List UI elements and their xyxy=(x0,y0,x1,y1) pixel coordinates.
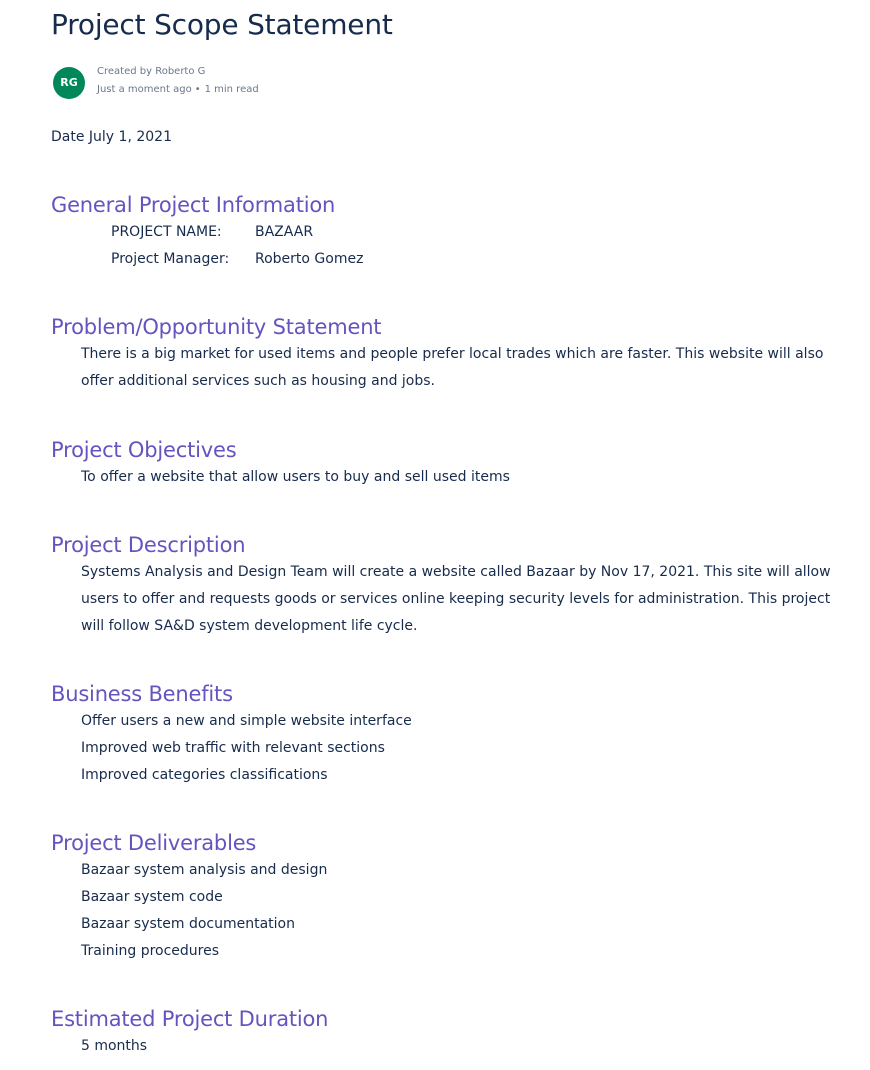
section-heading-problem: Problem/Opportunity Statement xyxy=(51,315,382,339)
info-key: PROJECT NAME: xyxy=(111,224,222,240)
section-heading-duration: Estimated Project Duration xyxy=(51,1007,329,1031)
info-row-project-manager: Project Manager: Roberto Gomez xyxy=(111,246,831,273)
section-heading-description: Project Description xyxy=(51,533,246,557)
section-heading-objectives: Project Objectives xyxy=(51,438,237,462)
section-heading-general-info: General Project Information xyxy=(51,193,336,217)
duration-text: 5 months xyxy=(81,1038,148,1054)
info-key: Project Manager: xyxy=(111,251,230,267)
byline-meta: Created by Roberto G Just a moment ago • 1… xyxy=(97,65,259,97)
section-duration: Estimated Project Duration 5 months xyxy=(51,1005,831,1060)
list-item: Improved categories classifications xyxy=(81,767,328,783)
section-heading-deliverables: Project Deliverables xyxy=(51,831,257,855)
section-body: Offer users a new and simple website int… xyxy=(81,708,831,789)
section-heading-benefits: Business Benefits xyxy=(51,682,233,706)
section-deliverables: Project Deliverables Bazaar system analy… xyxy=(51,829,831,965)
section-body: There is a big market for used items and… xyxy=(81,341,831,395)
project-info-table: PROJECT NAME: BAZAAR Project Manager: Robe… xyxy=(111,219,831,273)
list-item: Training procedures xyxy=(81,943,220,959)
avatar[interactable]: RG xyxy=(53,67,85,99)
section-body: 5 months xyxy=(81,1033,831,1060)
description-text: Systems Analysis and Design Team will cr… xyxy=(81,564,831,634)
objectives-text: To offer a website that allow users to b… xyxy=(81,469,510,485)
section-problem-statement: Problem/Opportunity Statement There is a… xyxy=(51,313,831,395)
section-business-benefits: Business Benefits Offer users a new and … xyxy=(51,680,831,789)
info-value: BAZAAR xyxy=(255,224,314,240)
list-item: Improved web traffic with relevant secti… xyxy=(81,740,385,756)
section-description: Project Description Systems Analysis and… xyxy=(51,531,831,640)
section-general-info: General Project Information PROJECT NAME… xyxy=(51,191,831,273)
read-time: 1 min read xyxy=(204,84,259,95)
timestamp: Just a moment ago xyxy=(97,84,192,95)
section-body: Bazaar system analysis and design Bazaar… xyxy=(81,857,831,965)
byline-separator: • xyxy=(194,84,201,95)
info-row-project-name: PROJECT NAME: BAZAAR xyxy=(111,219,831,246)
info-value: Roberto Gomez xyxy=(255,251,364,267)
section-objectives: Project Objectives To offer a website th… xyxy=(51,436,831,491)
list-item: Offer users a new and simple website int… xyxy=(81,713,412,729)
document-date: Date July 1, 2021 xyxy=(51,129,172,145)
problem-text: There is a big market for used items and… xyxy=(81,346,824,389)
section-body: Systems Analysis and Design Team will cr… xyxy=(81,559,831,640)
byline-when: Just a moment ago • 1 min read xyxy=(97,83,259,97)
page-title: Project Scope Statement xyxy=(51,8,393,41)
list-item: Bazaar system analysis and design xyxy=(81,862,328,878)
list-item: Bazaar system documentation xyxy=(81,916,295,932)
list-item: Bazaar system code xyxy=(81,889,223,905)
created-by-link[interactable]: Created by Roberto G xyxy=(97,65,259,79)
section-body: To offer a website that allow users to b… xyxy=(81,464,831,491)
